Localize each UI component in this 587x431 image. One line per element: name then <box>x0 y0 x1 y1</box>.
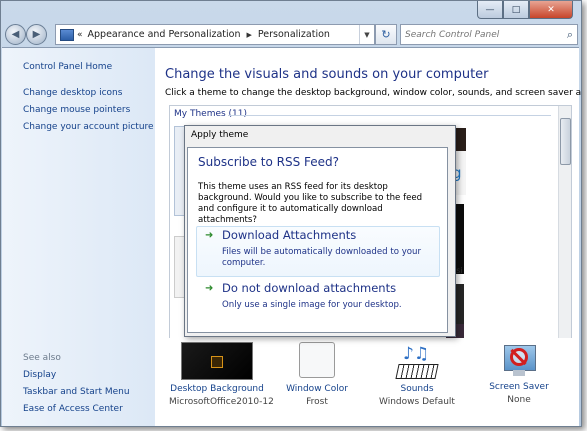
see-also-heading: See also <box>23 353 61 363</box>
refresh-button[interactable]: ↻ <box>375 24 397 45</box>
screen-saver-tile[interactable]: Screen Saver None <box>471 338 567 405</box>
sounds-icon: ♪♫ <box>395 342 439 380</box>
minimize-button[interactable]: — <box>477 1 503 19</box>
address-dropdown-icon[interactable]: ▼ <box>359 25 374 44</box>
sidebar-home-link[interactable]: Control Panel Home <box>23 62 112 72</box>
desktop-background-value: MicrosoftOffice2010-12 <box>169 397 274 407</box>
search-icon[interactable]: ⌕ <box>567 28 573 42</box>
window-color-value: Frost <box>306 397 328 407</box>
window-color-tile[interactable]: Window Color Frost <box>269 338 365 407</box>
theme-settings-bar: Desktop Background MicrosoftOffice2010-1… <box>155 338 579 426</box>
apply-theme-title: Apply theme <box>191 130 249 140</box>
ease-of-access-link[interactable]: Ease of Access Center <box>23 404 123 414</box>
refresh-icon: ↻ <box>381 28 391 41</box>
display-link[interactable]: Display <box>23 370 56 380</box>
window-frame: — □ ✕ ◀ ▶ « Appearance and Personalizati… <box>0 0 582 427</box>
do-not-download-heading: Do not download attachments <box>222 281 397 295</box>
green-arrow-icon: ➜ <box>205 230 214 241</box>
office-logo-icon <box>211 356 223 368</box>
overflow-chevrons[interactable]: « <box>77 30 83 40</box>
desktop-background-tile[interactable]: Desktop Background MicrosoftOffice2010-1… <box>169 338 274 407</box>
themes-scrollbar[interactable] <box>558 106 571 340</box>
green-arrow-icon: ➜ <box>205 283 214 294</box>
download-attachments-button[interactable]: ➜ Download Attachments Files will be aut… <box>196 226 440 277</box>
search-input[interactable] <box>401 28 557 41</box>
sounds-tile[interactable]: ♪♫ Sounds Windows Default <box>369 338 465 407</box>
screen-saver-label[interactable]: Screen Saver <box>471 382 567 392</box>
my-themes-heading: My Themes (11) <box>174 109 248 119</box>
sounds-value: Windows Default <box>379 397 455 407</box>
change-mouse-pointers-link[interactable]: Change mouse pointers <box>23 105 130 115</box>
breadcrumb-appearance[interactable]: Appearance and Personalization <box>88 29 241 40</box>
close-button[interactable]: ✕ <box>529 1 573 19</box>
taskbar-start-menu-link[interactable]: Taskbar and Start Menu <box>23 387 130 397</box>
page-title: Change the visuals and sounds on your co… <box>165 67 489 82</box>
rss-subscribe-dialog: Subscribe to RSS Feed? This theme uses a… <box>187 147 448 333</box>
back-arrow-icon: ◀ <box>11 29 20 40</box>
page-subtitle: Click a theme to change the desktop back… <box>165 88 582 98</box>
change-desktop-icons-link[interactable]: Change desktop icons <box>23 88 122 98</box>
dialog-body: This theme uses an RSS feed for its desk… <box>198 182 423 225</box>
back-button[interactable]: ◀ <box>5 24 26 45</box>
control-panel-icon <box>60 28 74 41</box>
desktop-background-label[interactable]: Desktop Background <box>169 384 265 394</box>
do-not-download-desc: Only use a single image for your desktop… <box>222 300 402 310</box>
forward-arrow-icon: ▶ <box>32 29 41 40</box>
dialog-title: Subscribe to RSS Feed? <box>198 155 340 169</box>
forward-button[interactable]: ▶ <box>26 24 47 45</box>
screen-saver-value: None <box>507 395 531 405</box>
desktop-background-preview <box>181 342 253 380</box>
sidebar: Control Panel Home Change desktop icons … <box>2 48 155 426</box>
group-divider <box>228 115 551 116</box>
scrollbar-thumb[interactable] <box>560 118 571 165</box>
address-bar[interactable]: « Appearance and Personalization ▶ Perso… <box>55 24 375 45</box>
breadcrumb-separator-icon[interactable]: ▶ <box>247 31 252 39</box>
download-attachments-desc: Files will be automatically downloaded t… <box>222 247 422 268</box>
maximize-button[interactable]: □ <box>503 1 529 19</box>
change-account-picture-link[interactable]: Change your account picture <box>23 122 154 132</box>
do-not-download-button[interactable]: ➜ Do not download attachments Only use a… <box>196 279 440 317</box>
window-color-swatch <box>299 342 335 378</box>
breadcrumb-personalization[interactable]: Personalization <box>258 29 330 40</box>
window-color-label[interactable]: Window Color <box>269 384 365 394</box>
sounds-label[interactable]: Sounds <box>369 384 465 394</box>
search-box[interactable]: ⌕ <box>400 24 578 45</box>
caption-buttons: — □ ✕ <box>477 1 573 19</box>
download-attachments-heading: Download Attachments <box>222 228 357 242</box>
screen-saver-icon <box>501 342 537 378</box>
navigation-bar: ◀ ▶ « Appearance and Personalization ▶ P… <box>3 22 579 46</box>
